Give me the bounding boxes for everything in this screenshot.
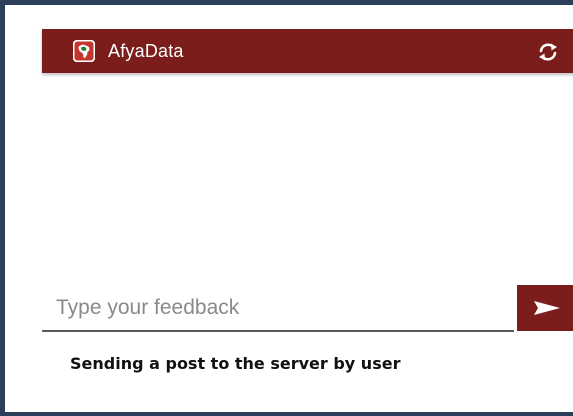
send-button[interactable] — [517, 285, 573, 331]
app-title: AfyaData — [108, 41, 184, 61]
screenshot-frame: AfyaData Sending a post to the server by… — [0, 0, 573, 416]
feedback-input[interactable] — [56, 292, 506, 324]
sync-button[interactable] — [536, 40, 560, 64]
send-icon — [534, 301, 560, 315]
feedback-field[interactable] — [42, 286, 514, 332]
africa-map-icon — [73, 40, 95, 62]
sync-icon — [539, 43, 557, 61]
app-toolbar: AfyaData — [42, 29, 573, 73]
figure-caption: Sending a post to the server by user — [70, 354, 401, 373]
